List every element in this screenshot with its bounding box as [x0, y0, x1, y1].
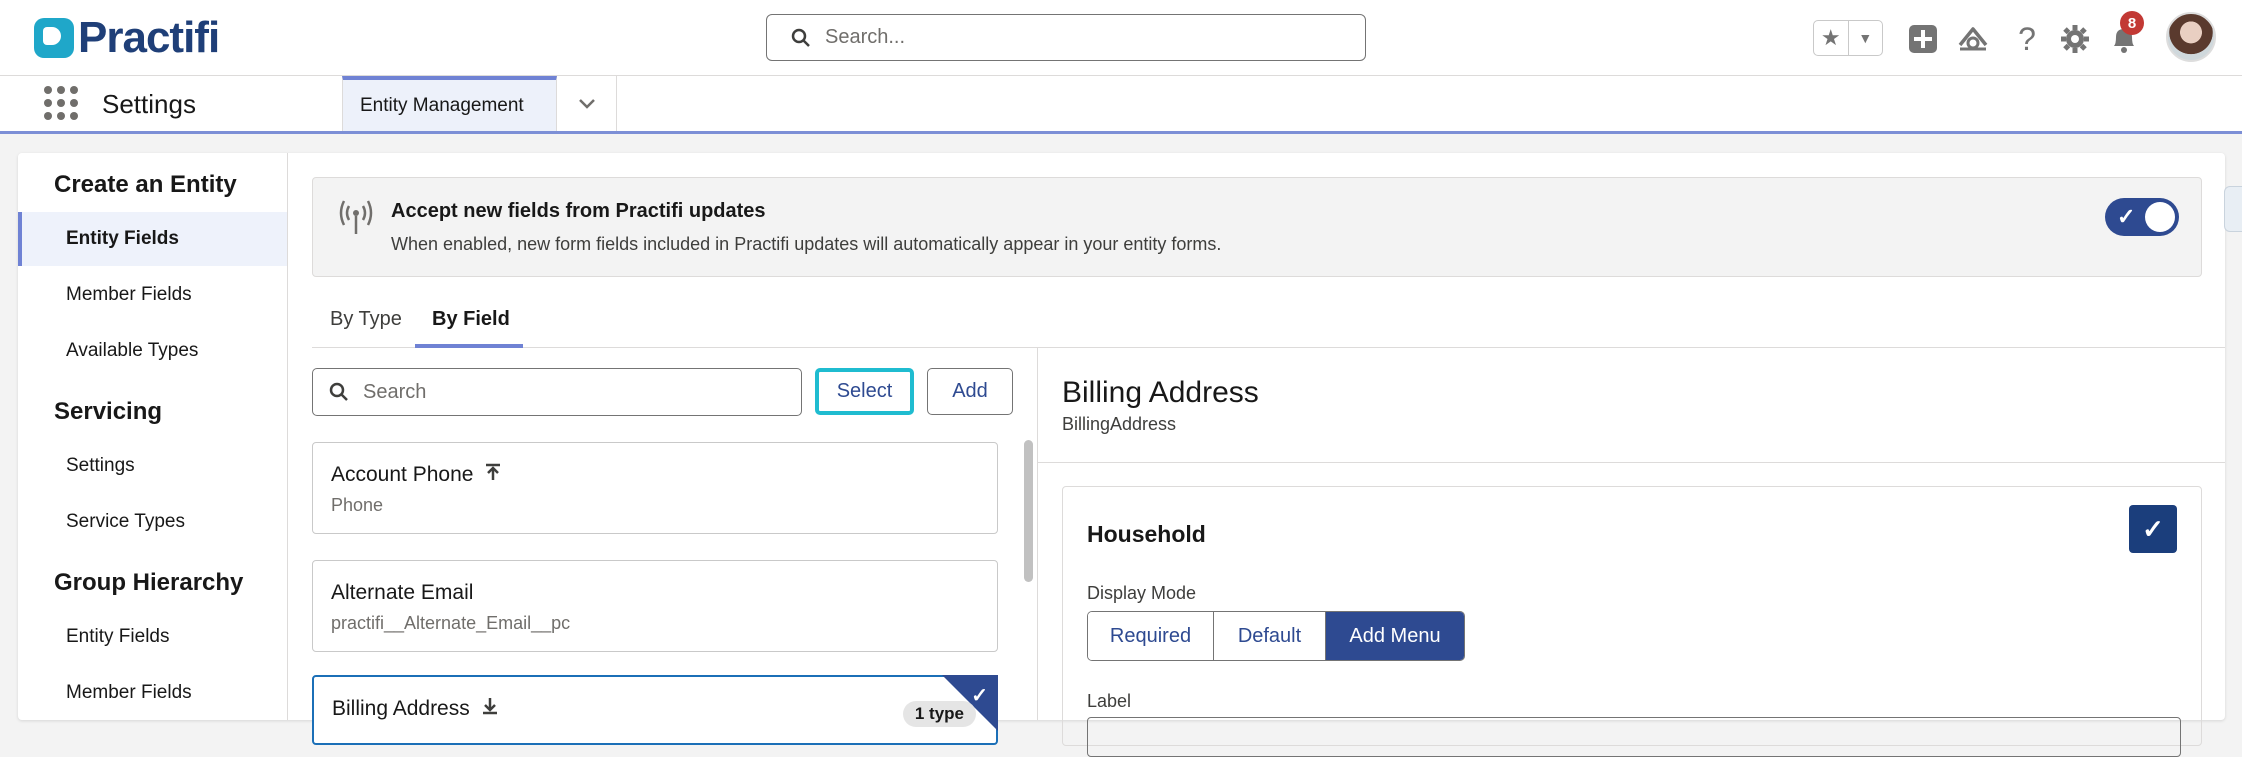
- display-mode-label: Display Mode: [1087, 583, 1197, 603]
- settings-sidebar: Create an Entity Entity Fields Member Fi…: [18, 153, 288, 720]
- help-icon[interactable]: ?: [2010, 21, 2044, 57]
- type-card-title: Household: [1087, 521, 1206, 547]
- search-icon: [329, 382, 348, 401]
- practifi-logo-icon: [34, 18, 74, 58]
- field-card-title: Account Phone: [331, 463, 979, 487]
- select-button[interactable]: Select: [815, 368, 914, 415]
- star-icon[interactable]: ★: [1814, 21, 1848, 55]
- practifi-logo[interactable]: Practifi: [34, 13, 220, 62]
- tab-label: Entity Management: [360, 94, 524, 116]
- broadcast-antenna-icon: [337, 198, 375, 236]
- field-title: Alternate Email: [331, 581, 474, 604]
- banner-description: When enabled, new form fields included i…: [391, 234, 1222, 254]
- mode-required-button[interactable]: Required: [1088, 612, 1214, 660]
- field-title: Account Phone: [331, 463, 474, 486]
- detail-api-name: BillingAddress: [1062, 414, 1177, 434]
- field-title: Billing Address: [332, 697, 470, 720]
- app-nav-bar: Settings Entity Management: [0, 76, 2242, 134]
- household-checkbox[interactable]: ✓: [2129, 505, 2177, 553]
- add-icon[interactable]: [1906, 22, 1940, 56]
- checkmark-icon: ✓: [971, 685, 988, 707]
- mode-default-button[interactable]: Default: [1214, 612, 1326, 660]
- updates-banner: Accept new fields from Practifi updates …: [312, 177, 2202, 277]
- tab-by-type[interactable]: By Type: [330, 308, 402, 331]
- tab-entity-management[interactable]: Entity Management: [342, 76, 557, 131]
- search-placeholder: Search...: [825, 26, 906, 48]
- tab-by-field[interactable]: By Field: [432, 308, 510, 331]
- global-search-input[interactable]: Search...: [766, 14, 1366, 61]
- detail-divider: [1038, 462, 2225, 463]
- accept-updates-toggle[interactable]: ✓: [2105, 198, 2179, 236]
- sidebar-item-group-member-fields[interactable]: Member Fields: [18, 666, 287, 720]
- user-avatar[interactable]: [2166, 12, 2216, 62]
- list-scrollbar[interactable]: [1024, 440, 1033, 582]
- checkmark-icon: ✓: [2142, 513, 2164, 544]
- search-placeholder: Search: [363, 380, 427, 403]
- setup-gear-icon[interactable]: [2058, 22, 2092, 56]
- sidebar-item-service-types[interactable]: Service Types: [18, 495, 287, 549]
- field-api-name: practifi__Alternate_Email__pc: [331, 613, 571, 633]
- section-servicing: Servicing: [54, 398, 163, 425]
- field-card-title: Billing Address: [332, 697, 978, 721]
- app-name: Settings: [102, 89, 196, 119]
- search-icon: [791, 28, 810, 47]
- sidebar-item-available-types[interactable]: Available Types: [18, 324, 287, 378]
- global-header: Practifi Search... ★ ▼ ? 8: [0, 0, 2242, 76]
- field-card-billing-address[interactable]: ✓ Billing Address 1 type: [312, 675, 998, 745]
- detail-title: Billing Address: [1062, 376, 1259, 409]
- label-field-label: Label: [1087, 691, 1132, 711]
- arrow-up-to-line-icon: [486, 463, 501, 480]
- field-card-alternate-email[interactable]: Alternate Email practifi__Alternate_Emai…: [312, 560, 998, 652]
- type-card-household: Household ✓ Display Mode Required Defaul…: [1062, 486, 2202, 757]
- section-group-hierarchy: Group Hierarchy: [54, 569, 244, 596]
- field-search-input[interactable]: Search: [312, 368, 802, 416]
- display-mode-segmented-control: Required Default Add Menu: [1087, 611, 1465, 661]
- sidebar-item-entity-fields[interactable]: Entity Fields: [18, 212, 287, 266]
- type-count-badge: 1 type: [902, 701, 976, 727]
- label-input[interactable]: [1087, 717, 2181, 757]
- checkmark-icon: ✓: [2117, 204, 2136, 229]
- logo-text: Practifi: [78, 13, 220, 62]
- favorites-button-group: ★ ▼: [1813, 20, 1883, 56]
- add-button[interactable]: Add: [927, 368, 1013, 415]
- toggle-knob: [2145, 202, 2175, 232]
- chevron-down-icon[interactable]: ▼: [1847, 21, 1883, 55]
- sidebar-item-servicing-settings[interactable]: Settings: [18, 439, 287, 493]
- notification-count-badge: 8: [2120, 11, 2144, 35]
- banner-title: Accept new fields from Practifi updates: [391, 200, 766, 222]
- arrow-down-icon: [482, 698, 497, 715]
- sidebar-item-group-entity-fields[interactable]: Entity Fields: [18, 610, 287, 664]
- section-create-an-entity: Create an Entity: [54, 171, 237, 198]
- sidebar-item-member-fields[interactable]: Member Fields: [18, 268, 287, 322]
- app-launcher-icon[interactable]: [44, 86, 78, 120]
- side-panel-handle[interactable]: [2224, 186, 2242, 232]
- tab-menu-chevron-down-icon[interactable]: [557, 76, 617, 131]
- trailhead-icon[interactable]: [1956, 22, 1990, 56]
- field-card-account-phone[interactable]: Account Phone Phone: [312, 442, 998, 534]
- view-tabs: By Type By Field: [312, 296, 2225, 348]
- mode-add-menu-button[interactable]: Add Menu: [1326, 612, 1464, 660]
- field-api-name: Phone: [331, 495, 384, 515]
